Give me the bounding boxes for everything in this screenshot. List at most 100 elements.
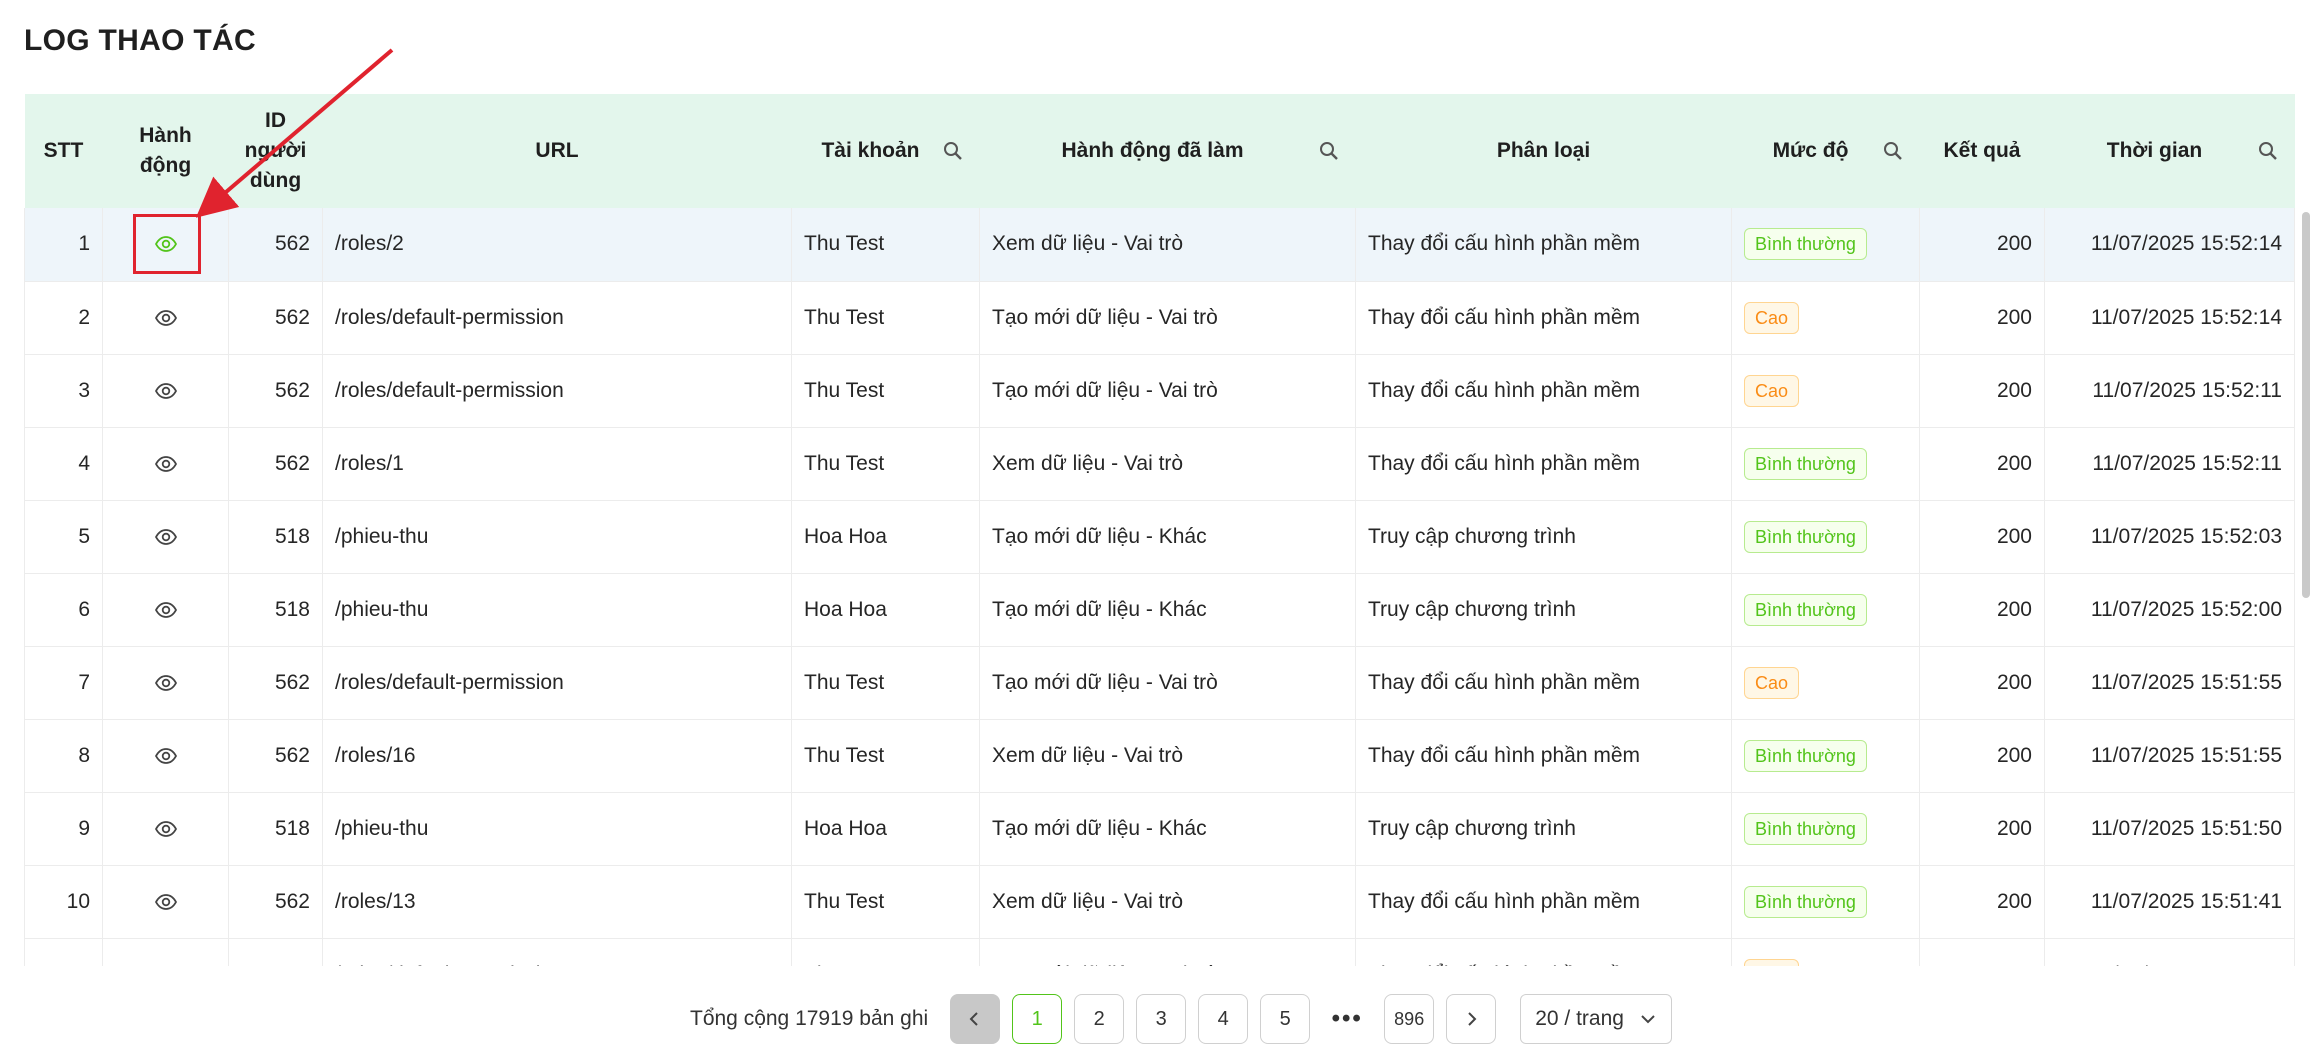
view-button[interactable] [154, 962, 178, 966]
cell-account: Thu Test [791, 281, 980, 355]
chevron-right-icon [1468, 1012, 1477, 1026]
cell-account: Thu Test [791, 719, 980, 793]
eye-icon [154, 597, 178, 620]
column-header-level: Mức độ [1731, 94, 1920, 208]
cell-user-id: 562 [228, 865, 323, 939]
cell-account: Thu Test [791, 646, 980, 720]
cell-action [102, 646, 229, 720]
cell-time: 11/07/2025 15:52:11 [2044, 427, 2295, 501]
cell-url: /roles/16 [322, 719, 792, 793]
cell-stt: 6 [24, 573, 103, 647]
table-row[interactable]: 8 562/roles/16 Thu Test Xem dữ liệu - Vai t… [24, 719, 2295, 793]
view-button[interactable] [154, 889, 178, 913]
cell-result: 200 [1919, 646, 2045, 720]
search-icon[interactable] [1882, 140, 1904, 162]
cell-result: 200 [1919, 500, 2045, 574]
level-badge: Bình thường [1744, 812, 1867, 845]
cell-stt: 10 [24, 865, 103, 939]
cell-account: Hoa Hoa [791, 573, 980, 647]
table-row[interactable]: 5 518/phieu-thu Hoa Hoa Tạo mới dữ liệu - K… [24, 500, 2295, 574]
view-button[interactable] [154, 670, 178, 694]
table-row[interactable]: 3 562/roles/default-permission Thu Test Tạo… [24, 354, 2295, 428]
pagination-ellipsis[interactable]: ••• [1322, 994, 1373, 1044]
cell-time: 11/07/2025 15:51:41 [2044, 865, 2295, 939]
cell-user-id: 562 [228, 354, 323, 428]
view-button[interactable] [154, 743, 178, 767]
eye-icon [154, 451, 178, 474]
cell-result: 200 [1919, 354, 2045, 428]
level-badge: Cao [1744, 374, 1800, 407]
cell-action-done: Xem dữ liệu - Vai trò [979, 427, 1356, 501]
cell-url: /roles/1 [322, 427, 792, 501]
chevron-down-icon [1641, 1015, 1655, 1024]
cell-action [102, 281, 229, 355]
page-button-5[interactable]: 5 [1260, 994, 1311, 1044]
cell-time: 11/07/2025 15:51:55 [2044, 719, 2295, 793]
table-row[interactable]: 9 518/phieu-thu Hoa Hoa Tạo mới dữ liệu - K… [24, 792, 2295, 866]
page-size-select[interactable]: 20 / trang [1520, 994, 1673, 1044]
page-button-1[interactable]: 1 [1012, 994, 1063, 1044]
eye-icon [154, 670, 178, 693]
cell-stt: 5 [24, 500, 103, 574]
log-table-container[interactable]: STT Hành động ID người dùng URL Tài khoả… [24, 94, 2318, 966]
cell-url: /roles/2 [322, 208, 792, 282]
column-header-action: Hành động [102, 94, 229, 208]
table-row[interactable]: 1 562/roles/2 Thu Test Xem dữ liệu - Vai tr… [24, 208, 2295, 282]
view-button[interactable] [154, 451, 178, 475]
cell-time: 11/07/2025 15:52:14 [2044, 208, 2295, 282]
page-button-2[interactable]: 2 [1074, 994, 1125, 1044]
cell-level: Bình thường [1731, 500, 1920, 574]
view-button[interactable] [154, 816, 178, 840]
page-button-4[interactable]: 4 [1198, 994, 1249, 1044]
cell-user-id: 518 [228, 792, 323, 866]
view-button[interactable] [154, 597, 178, 621]
cell-result: 200 [1919, 208, 2045, 282]
view-button[interactable] [154, 524, 178, 548]
cell-time: 11/07/2025 15:51:50 [2044, 792, 2295, 866]
cell-user-id: 562 [228, 427, 323, 501]
table-row[interactable]: 11 562/roles/default-permissionThu TestTạ… [24, 938, 2295, 966]
search-icon[interactable] [2257, 140, 2279, 162]
cell-user-id: 562 [228, 938, 323, 966]
view-button[interactable] [154, 305, 178, 329]
cell-stt: 9 [24, 792, 103, 866]
cell-category: Thay đổi cấu hình phần mềm [1355, 354, 1732, 428]
cell-action [102, 719, 229, 793]
cell-category: Thay đổi cấu hình phần mềm [1355, 427, 1732, 501]
page-button-last[interactable]: 896 [1384, 994, 1435, 1044]
cell-level: Cao [1731, 354, 1920, 428]
cell-action-done: Tạo mới dữ liệu - Vai trò [979, 938, 1356, 966]
cell-result: 200 [1919, 281, 2045, 355]
next-page-button[interactable] [1446, 994, 1497, 1044]
cell-time: 11/07/2025 15:52:00 [2044, 573, 2295, 647]
cell-url: /roles/default-permission [322, 354, 792, 428]
table-row[interactable]: 10 562/roles/13 Thu Test Xem dữ liệu - Vai … [24, 865, 2295, 939]
search-icon[interactable] [1318, 140, 1340, 162]
table-row[interactable]: 2 562/roles/default-permission Thu Test Tạo… [24, 281, 2295, 355]
cell-category: Truy cập chương trình [1355, 792, 1732, 866]
vertical-scrollbar[interactable] [2302, 212, 2310, 598]
table-header: STT Hành động ID người dùng URL Tài khoả… [24, 94, 2295, 208]
view-button[interactable] [154, 378, 178, 402]
level-badge: Cao [1744, 666, 1800, 699]
column-header-stt: STT [24, 94, 103, 208]
cell-action [102, 938, 229, 966]
column-header-time: Thời gian [2044, 94, 2295, 208]
cell-category: Thay đổi cấu hình phần mềm [1355, 865, 1732, 939]
page-button-3[interactable]: 3 [1136, 994, 1187, 1044]
search-icon[interactable] [942, 140, 964, 162]
cell-category: Thay đổi cấu hình phần mềm [1355, 938, 1732, 966]
table-row[interactable]: 6 518/phieu-thu Hoa Hoa Tạo mới dữ liệu - K… [24, 573, 2295, 647]
annotation-highlight-box [133, 214, 201, 274]
level-badge: Bình thường [1744, 739, 1867, 772]
prev-page-button[interactable] [950, 994, 1001, 1044]
level-badge: Bình thường [1744, 885, 1867, 918]
cell-url: /phieu-thu [322, 792, 792, 866]
pagination: Tổng cộng 17919 bản ghi 12345 ••• 896 20… [690, 994, 1673, 1044]
level-badge: Bình thường [1744, 593, 1867, 626]
cell-user-id: 518 [228, 573, 323, 647]
table-row[interactable]: 4 562/roles/1 Thu Test Xem dữ liệu - Vai tr… [24, 427, 2295, 501]
cell-result: 200 [1919, 792, 2045, 866]
column-header-user-id: ID người dùng [228, 94, 323, 208]
table-row[interactable]: 7 562/roles/default-permission Thu Test Tạo… [24, 646, 2295, 720]
